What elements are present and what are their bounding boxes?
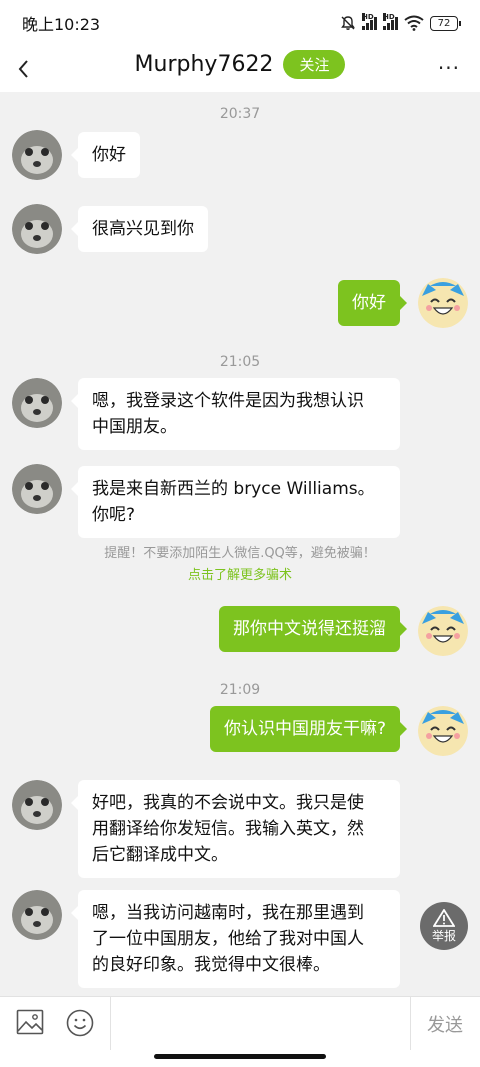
message-text: 你认识中国朋友干嘛? (223, 719, 386, 739)
incoming-message: 好吧，我真的不会说中文。我只是使 用翻译给你发短信。我输入英文，然 后它翻译成中… (71, 780, 400, 878)
message-line: 中国朋友。 (92, 417, 177, 437)
user-avatar[interactable] (418, 606, 468, 656)
message-line: 了一位中国朋友，他给了我对中国人 (92, 929, 364, 949)
message-line: 嗯，我登录这个软件是因为我想认识 (92, 391, 364, 411)
divider (110, 997, 111, 1051)
input-bar: 发送 (0, 996, 480, 1051)
contact-avatar[interactable] (12, 378, 62, 428)
status-time: 晚上10:23 (22, 15, 101, 34)
timestamp: 21:09 (219, 682, 261, 698)
message-text: 很高兴见到你 (92, 219, 194, 239)
status-icons: HD HD 72 (340, 13, 461, 31)
message-text: 你好 (92, 145, 126, 165)
outgoing-message: 你好 (338, 280, 407, 326)
battery-icon: 72 (430, 15, 461, 31)
image-icon[interactable] (16, 1009, 44, 1035)
user-avatar[interactable] (418, 706, 468, 756)
home-bar (0, 1050, 480, 1067)
warning-icon (433, 908, 455, 927)
bell-off-icon (341, 16, 355, 30)
incoming-message: 嗯，当我访问越南时，我在那里遇到 了一位中国朋友，他给了我对中国人 的良好印象。… (71, 890, 400, 988)
message-line: 用翻译给你发短信。我输入英文，然 (92, 819, 364, 839)
follow-button[interactable]: 关注 (283, 50, 346, 79)
send-button[interactable]: 发送 (410, 997, 480, 1051)
wifi-icon (404, 15, 424, 31)
outgoing-message: 那你中文说得还挺溜 (219, 606, 407, 652)
hd-label-2: HD (383, 13, 395, 21)
contact-avatar[interactable] (12, 890, 62, 940)
incoming-message: 你好 (71, 132, 140, 178)
message-text: 你好 (352, 293, 386, 313)
title-wrap: Murphy7622 关注 (0, 50, 480, 79)
message-input[interactable] (112, 997, 408, 1051)
battery-level: 72 (437, 17, 451, 29)
message-line: 你呢? (92, 505, 136, 525)
home-indicator[interactable] (154, 1054, 326, 1059)
incoming-message: 嗯，我登录这个软件是因为我想认识 中国朋友。 (71, 378, 400, 450)
chat-area[interactable]: 20:37 你好 很高兴见到你 你好 21:05 嗯，我登录这个软件是因为我想认… (0, 92, 480, 996)
timestamp: 20:37 (219, 106, 261, 122)
message-line: 好吧，我真的不会说中文。我只是使 (92, 793, 364, 813)
timestamp: 21:05 (219, 354, 261, 370)
contact-avatar[interactable] (12, 204, 62, 254)
message-line: 的良好印象。我觉得中文很棒。 (92, 955, 330, 975)
message-line: 后它翻译成中文。 (92, 845, 228, 865)
page-title: Murphy7622 (134, 52, 274, 77)
incoming-message: 我是来自新西兰的 bryce Williams。 你呢? (71, 466, 400, 538)
scam-info-link[interactable]: 点击了解更多骗术 (0, 564, 480, 583)
incoming-message: 很高兴见到你 (71, 206, 208, 252)
hd-label: HD (362, 13, 374, 21)
report-label: 举报 (431, 928, 456, 943)
scam-warning: 提醒！不要添加陌生人微信.QQ等，避免被骗！ (104, 546, 376, 561)
outgoing-message: 你认识中国朋友干嘛? (209, 706, 408, 752)
signal-icon: HD (362, 13, 377, 30)
report-button[interactable]: 举报 (420, 902, 468, 950)
contact-avatar[interactable] (12, 780, 62, 830)
contact-avatar[interactable] (12, 464, 62, 514)
contact-avatar[interactable] (12, 130, 62, 180)
user-avatar[interactable] (418, 278, 468, 328)
status-bar: 晚上10:23 HD HD 72 (0, 0, 480, 46)
message-text: 那你中文说得还挺溜 (233, 619, 386, 639)
more-dots-icon[interactable]: ··· (438, 56, 460, 80)
chat-header: Murphy7622 关注 ··· (0, 46, 480, 92)
emoji-icon[interactable] (66, 1009, 94, 1037)
message-line: 嗯，当我访问越南时，我在那里遇到 (92, 903, 364, 923)
message-line: 我是来自新西兰的 bryce Williams。 (92, 479, 375, 499)
signal-icon-2: HD (383, 13, 398, 30)
